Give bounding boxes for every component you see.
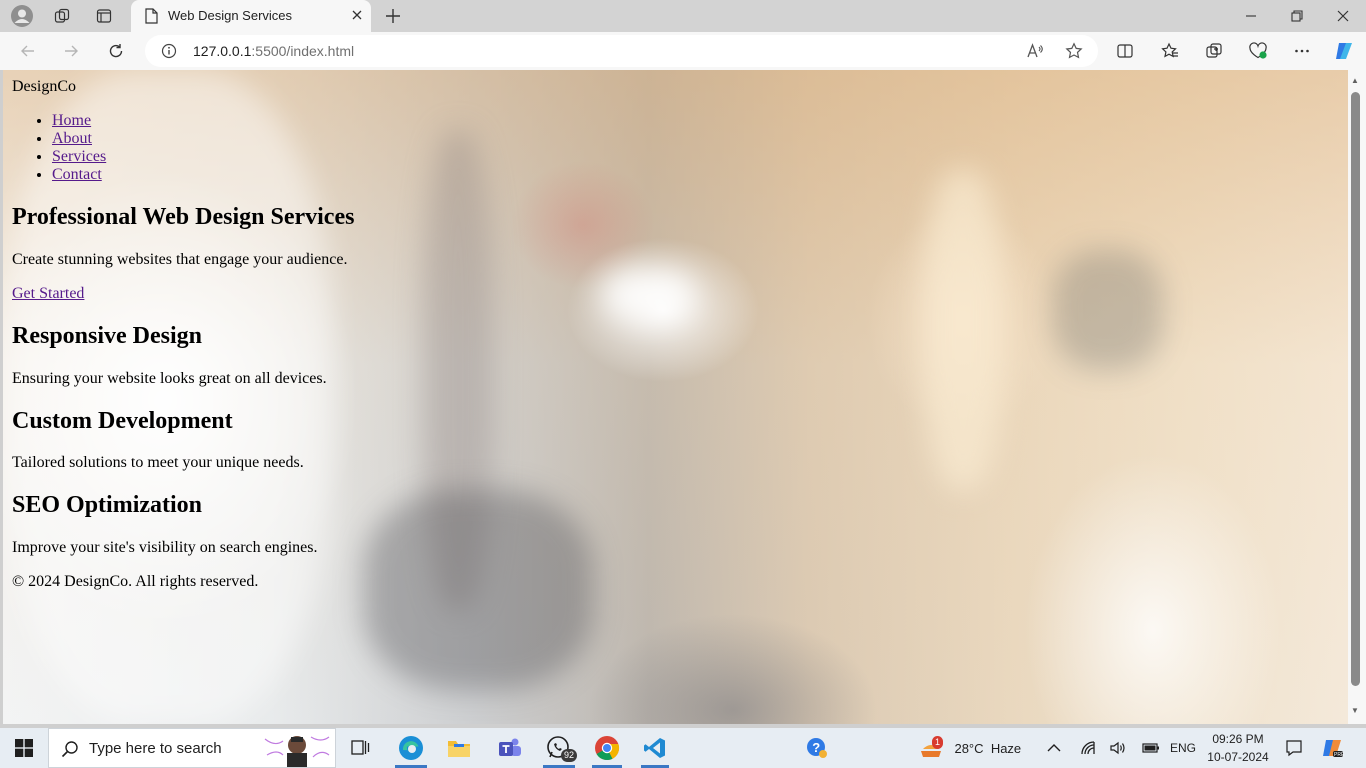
collections-icon[interactable] (1199, 37, 1229, 65)
nav-link-home[interactable]: Home (52, 112, 91, 129)
language-text: ENG (1169, 741, 1196, 755)
minimize-button[interactable] (1228, 0, 1274, 32)
split-screen-icon[interactable] (1110, 37, 1140, 65)
search-icon (61, 740, 79, 763)
main-nav: Home About Services Contact (52, 112, 106, 184)
help-app-icon[interactable]: ? (800, 728, 834, 768)
vscode-icon[interactable] (633, 728, 677, 768)
address-url[interactable]: 127.0.0.1:5500/index.html (193, 43, 354, 59)
clock-date: 10-07-2024 (1207, 750, 1269, 764)
tab-active[interactable]: Web Design Services (131, 0, 371, 32)
volume-icon[interactable] (1106, 728, 1130, 768)
new-tab-button[interactable] (380, 4, 406, 28)
workspaces-icon[interactable] (48, 4, 76, 28)
teams-icon[interactable] (485, 728, 533, 768)
task-view-icon[interactable] (341, 728, 379, 768)
feature-title: Responsive Design (12, 323, 203, 349)
start-button[interactable] (0, 728, 48, 768)
feature-title: SEO Optimization (12, 492, 203, 518)
url-host: 127.0.0.1 (193, 43, 252, 59)
clock-time: 09:26 PM (1212, 732, 1264, 746)
search-placeholder: Type here to search (89, 740, 222, 757)
background-photo-shape (1053, 250, 1163, 370)
nav-link-services[interactable]: Services (52, 148, 106, 165)
windows-logo-icon (15, 739, 33, 757)
language-indicator[interactable]: ENG (1166, 728, 1200, 768)
taskbar-search-box[interactable]: Type here to search (48, 728, 336, 768)
refresh-button[interactable] (101, 37, 131, 65)
scroll-up-arrow-icon[interactable]: ▲ (1351, 76, 1359, 85)
search-highlight-image (261, 729, 333, 768)
background-photo-shape (363, 490, 593, 690)
address-bar[interactable]: 127.0.0.1:5500/index.html (145, 35, 1098, 67)
page-icon (144, 8, 158, 29)
scrollbar-thumb[interactable] (1351, 92, 1360, 686)
feature-text: Tailored solutions to meet your unique n… (12, 454, 304, 471)
background-photo-shape (923, 170, 1003, 490)
background-photo-shape (603, 270, 693, 320)
chrome-icon[interactable] (584, 728, 630, 768)
nav-item-about: About (52, 130, 106, 148)
temperature-text: 28°C (954, 740, 984, 756)
show-hidden-icons-chevron-icon[interactable] (1042, 728, 1066, 768)
favorite-star-icon[interactable] (1065, 42, 1083, 65)
site-info-icon[interactable] (161, 43, 177, 64)
forward-button[interactable] (56, 37, 86, 65)
nav-item-services: Services (52, 148, 106, 166)
copilot-icon[interactable] (1329, 37, 1359, 65)
browser-toolbar: 127.0.0.1:5500/index.html (0, 32, 1366, 70)
nav-link-about[interactable]: About (52, 130, 92, 147)
tab-actions-icon[interactable] (90, 4, 118, 28)
weather-text: Haze (990, 740, 1022, 756)
weather-icon[interactable]: 1 (917, 728, 945, 768)
close-window-button[interactable] (1320, 0, 1366, 32)
favorites-icon[interactable] (1155, 37, 1185, 65)
weather-alert-badge: 1 (932, 736, 944, 749)
tab-title: Web Design Services (168, 8, 293, 23)
edge-taskbar-icon[interactable] (387, 728, 435, 768)
page-scrollbar[interactable]: ▲ ▼ (1348, 70, 1366, 724)
battery-icon[interactable] (1139, 728, 1163, 768)
cta-wrapper: Get Started (12, 285, 84, 303)
tab-close-icon[interactable] (351, 8, 363, 26)
footer-text: © 2024 DesignCo. All rights reserved. (12, 573, 259, 590)
temperature-label[interactable]: 28°C (952, 728, 986, 768)
notifications-icon[interactable] (1279, 728, 1309, 768)
copilot-taskbar-icon[interactable]: PRE (1318, 728, 1348, 768)
file-explorer-icon[interactable] (436, 728, 482, 768)
browser-tab-strip: Web Design Services (0, 0, 1366, 32)
settings-more-icon[interactable] (1287, 37, 1317, 65)
network-icon[interactable] (1077, 728, 1101, 768)
scroll-down-arrow-icon[interactable]: ▼ (1351, 706, 1359, 715)
svg-text:?: ? (812, 740, 820, 755)
feature-title: Custom Development (12, 408, 233, 434)
feature-text: Ensuring your website looks great on all… (12, 370, 327, 387)
feature-text: Improve your site's visibility on search… (12, 539, 318, 556)
browser-essentials-icon[interactable] (1243, 37, 1273, 65)
profile-icon[interactable] (8, 4, 36, 28)
whatsapp-badge: 92 (561, 749, 578, 762)
restore-button[interactable] (1274, 0, 1320, 32)
svg-text:PRE: PRE (1334, 752, 1345, 758)
system-clock[interactable]: 09:26 PM 10-07-2024 (1205, 730, 1271, 766)
nav-item-home: Home (52, 112, 106, 130)
windows-taskbar: Type here to search 92 ? 1 28°C Haze ENG… (0, 728, 1366, 768)
read-aloud-icon[interactable] (1026, 42, 1044, 65)
get-started-link[interactable]: Get Started (12, 285, 84, 302)
nav-link-contact[interactable]: Contact (52, 166, 102, 183)
back-button[interactable] (13, 37, 43, 65)
hero-title: Professional Web Design Services (12, 204, 355, 230)
weather-condition-label[interactable]: Haze (988, 728, 1024, 768)
whatsapp-icon[interactable]: 92 (535, 728, 583, 768)
page-viewport: DesignCo Home About Services Contact Pro… (3, 70, 1348, 724)
hero-text: Create stunning websites that engage you… (12, 251, 348, 268)
nav-item-contact: Contact (52, 166, 106, 184)
site-logo: DesignCo (12, 78, 76, 95)
url-path: :5500/index.html (251, 43, 355, 59)
